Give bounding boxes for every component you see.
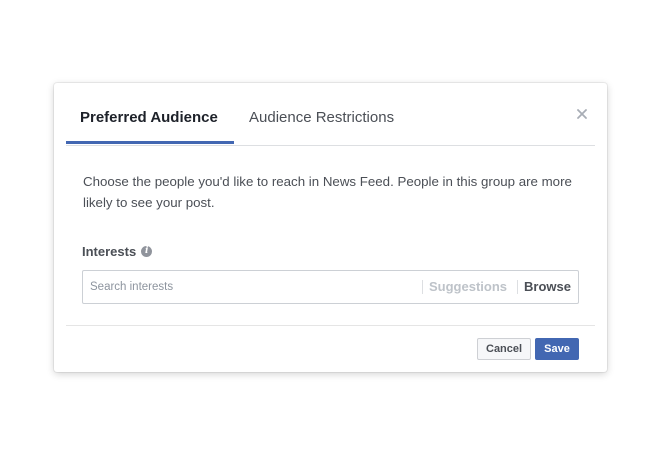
interests-label: Interests i	[82, 244, 153, 259]
suggestions-tab[interactable]: Suggestions	[429, 279, 507, 294]
tab-bar: Preferred Audience Audience Restrictions	[66, 83, 595, 146]
dialog-description: Choose the people you'd like to reach in…	[83, 174, 572, 210]
tab-preferred-audience[interactable]: Preferred Audience	[80, 109, 218, 127]
close-icon[interactable]	[575, 107, 589, 121]
interests-label-text: Interests	[82, 244, 137, 259]
tab-audience-restrictions[interactable]: Audience Restrictions	[249, 109, 394, 127]
footer-divider	[66, 325, 595, 326]
cancel-button[interactable]: Cancel	[477, 338, 531, 360]
divider	[517, 280, 518, 294]
save-button[interactable]: Save	[535, 338, 579, 360]
active-tab-indicator	[66, 141, 234, 144]
divider	[422, 280, 423, 294]
audience-dialog: Preferred Audience Audience Restrictions…	[54, 83, 607, 372]
search-interests-input[interactable]	[83, 271, 413, 303]
interests-search-box: Suggestions Browse	[82, 270, 579, 304]
info-icon[interactable]: i	[141, 246, 153, 257]
browse-tab[interactable]: Browse	[524, 279, 571, 294]
